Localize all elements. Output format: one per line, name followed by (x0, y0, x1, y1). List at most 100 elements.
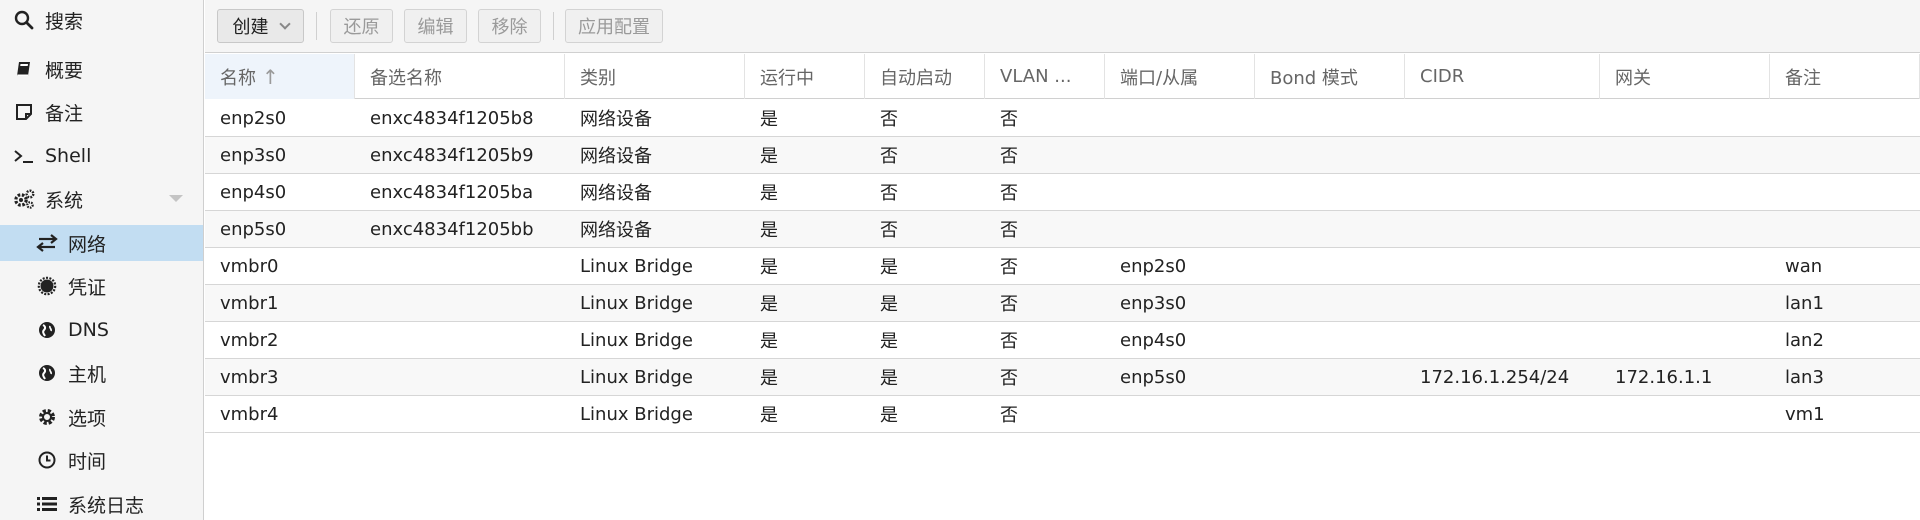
sidebar-item-notes[interactable]: 备注 (0, 94, 203, 130)
table-row[interactable]: enp3s0 enxc4834f1205b9 网络设备 是 否 否 (205, 137, 1920, 174)
cell-gateway: 172.16.1.1 (1615, 366, 1713, 388)
edit-button[interactable]: 编辑 (404, 9, 467, 43)
cell-comment (1770, 211, 1920, 247)
cell-type: Linux Bridge (580, 255, 693, 277)
column-header-active[interactable]: 运行中 (745, 54, 865, 99)
cell-cidr (1405, 248, 1600, 284)
column-header-comment[interactable]: 备注 (1770, 54, 1920, 99)
column-header-label: 端口/从属 (1120, 67, 1199, 89)
sidebar-item-syslog[interactable]: 系统日志 (0, 486, 203, 520)
sidebar-item-label: 网络 (68, 233, 107, 256)
column-header-gateway[interactable]: 网关 (1600, 54, 1770, 99)
cell-active: 是 (760, 146, 778, 167)
column-header-label: 自动启动 (880, 67, 952, 89)
toolbar-separator (553, 12, 554, 40)
sidebar-item-shell[interactable]: Shell (0, 138, 203, 174)
cell-ports-slaves (1105, 100, 1255, 136)
cell-comment: vm1 (1785, 403, 1825, 425)
chevron-down-icon (278, 17, 291, 30)
cell-alt-name: enxc4834f1205b8 (370, 107, 534, 129)
cell-comment (1770, 137, 1920, 173)
cell-cidr (1405, 137, 1600, 173)
sidebar-item-label: 系统 (45, 189, 84, 212)
sidebar-item-dns[interactable]: DNS (0, 312, 203, 348)
cell-autostart: 是 (880, 331, 898, 352)
sidebar-item-label: 概要 (45, 59, 84, 82)
cell-cidr: 172.16.1.254/24 (1420, 366, 1570, 388)
cell-gateway (1600, 248, 1770, 284)
column-header-label: 备选名称 (370, 67, 442, 89)
cell-ports-slaves: enp3s0 (1120, 292, 1187, 314)
cell-bond-mode (1255, 285, 1405, 321)
table-row[interactable]: vmbr3 Linux Bridge 是 是 否 enp5s0 172.16.1.254/2… (205, 359, 1920, 396)
table-row[interactable]: vmbr0 Linux Bridge 是 是 否 enp2s0 wan (205, 248, 1920, 285)
cell-ports-slaves (1105, 211, 1255, 247)
cell-type: 网络设备 (580, 109, 652, 130)
cell-type: Linux Bridge (580, 292, 693, 314)
column-header-alt-name[interactable]: 备选名称 (355, 54, 565, 99)
remove-label: 移除 (491, 17, 528, 38)
cell-vlan-aware: 否 (1000, 331, 1018, 352)
table-row[interactable]: vmbr4 Linux Bridge 是 是 否 vm1 (205, 396, 1920, 433)
sidebar-item-summary[interactable]: 概要 (0, 51, 203, 87)
network-grid: 名称 ↑ 备选名称 类别 运行中 自动启动 VLAN ... 端口/从属 Bond 模式 CIDR… (205, 54, 1920, 520)
table-row[interactable]: enp4s0 enxc4834f1205ba 网络设备 是 否 否 (205, 174, 1920, 211)
cell-comment: lan1 (1785, 292, 1824, 314)
cell-ports-slaves (1105, 137, 1255, 173)
gear-icon (36, 406, 58, 428)
cell-active: 是 (760, 331, 778, 352)
apply-configuration-button[interactable]: 应用配置 (565, 9, 663, 43)
sidebar-item-time[interactable]: 时间 (0, 442, 203, 478)
cogs-icon (13, 188, 35, 210)
revert-label: 还原 (343, 17, 380, 38)
cell-cidr (1405, 174, 1600, 210)
sidebar-item-label: DNS (68, 319, 109, 341)
revert-button[interactable]: 还原 (330, 9, 393, 43)
cell-vlan-aware: 否 (1000, 146, 1018, 167)
cell-ports-slaves: enp4s0 (1120, 329, 1187, 351)
cell-comment: wan (1785, 255, 1823, 277)
toolbar-separator (316, 12, 317, 40)
collapse-caret-icon[interactable] (169, 195, 183, 202)
column-header-vlan-aware[interactable]: VLAN ... (985, 54, 1105, 99)
sidebar-item-options[interactable]: 选项 (0, 399, 203, 435)
sidebar-item-hosts[interactable]: 主机 (0, 355, 203, 391)
table-row[interactable]: vmbr1 Linux Bridge 是 是 否 enp3s0 lan1 (205, 285, 1920, 322)
create-button[interactable]: 创建 (217, 9, 304, 43)
list-icon (36, 493, 58, 515)
globe-icon (36, 319, 58, 341)
cell-vlan-aware: 否 (1000, 183, 1018, 204)
cell-alt-name: enxc4834f1205ba (370, 181, 534, 203)
column-header-bond-mode[interactable]: Bond 模式 (1255, 54, 1405, 99)
cell-vlan-aware: 否 (1000, 220, 1018, 241)
column-header-ports-slaves[interactable]: 端口/从属 (1105, 54, 1255, 99)
table-row[interactable]: vmbr2 Linux Bridge 是 是 否 enp4s0 lan2 (205, 322, 1920, 359)
sidebar-item-system[interactable]: 系统 (0, 181, 203, 217)
table-row[interactable]: enp2s0 enxc4834f1205b8 网络设备 是 否 否 (205, 100, 1920, 137)
clock-icon (36, 449, 58, 471)
column-header-name[interactable]: 名称 ↑ (205, 54, 355, 99)
remove-button[interactable]: 移除 (478, 9, 541, 43)
sidebar-item-search[interactable]: 搜索 (0, 2, 203, 38)
cell-type: 网络设备 (580, 146, 652, 167)
cell-cidr (1405, 396, 1600, 432)
column-header-cidr[interactable]: CIDR (1405, 54, 1600, 99)
cell-comment (1770, 100, 1920, 136)
cell-type: Linux Bridge (580, 366, 693, 388)
cell-name: vmbr4 (220, 403, 279, 425)
cell-cidr (1405, 100, 1600, 136)
column-header-label: VLAN ... (1000, 66, 1072, 87)
sidebar-item-certificates[interactable]: 凭证 (0, 268, 203, 304)
table-row[interactable]: enp5s0 enxc4834f1205bb 网络设备 是 否 否 (205, 211, 1920, 248)
cell-active: 是 (760, 368, 778, 389)
cell-bond-mode (1255, 322, 1405, 358)
sidebar-item-network[interactable]: 网络 (0, 225, 203, 261)
sidebar-item-label: 主机 (68, 363, 107, 386)
cell-vlan-aware: 否 (1000, 405, 1018, 426)
cell-alt-name: enxc4834f1205bb (370, 218, 534, 240)
cell-name: vmbr1 (220, 292, 279, 314)
column-header-autostart[interactable]: 自动启动 (865, 54, 985, 99)
cell-bond-mode (1255, 396, 1405, 432)
column-header-type[interactable]: 类别 (565, 54, 745, 99)
cell-autostart: 是 (880, 405, 898, 426)
